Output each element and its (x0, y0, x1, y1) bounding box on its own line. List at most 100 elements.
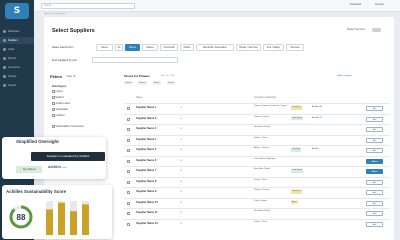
add-supplier-button[interactable]: Added (366, 169, 383, 174)
supplier-name[interactable]: Supplier Name 7 (136, 169, 156, 172)
add-supplier-button[interactable]: Add (366, 221, 383, 227)
add-supplier-button[interactable]: Add (366, 190, 383, 195)
sustainability-filter[interactable]: Sustainability Commitment (52, 125, 84, 128)
filter-option[interactable]: Sustainable (52, 108, 68, 111)
supplier-name[interactable]: Supplier Name 4 (136, 138, 156, 141)
table-row[interactable]: Supplier Name 10 ★ Tokyo, Japan Agent Add (124, 197, 390, 208)
star-icon[interactable]: ★ (180, 222, 182, 225)
star-icon[interactable]: ★ (180, 201, 182, 204)
star-icon[interactable]: ★ (180, 159, 182, 162)
row-checkbox[interactable] (127, 128, 130, 131)
table-row[interactable]: Supplier Name 5 ★ Athens, Greece Top Rated A… (124, 145, 390, 155)
filter-option[interactable]: Achilles rated (52, 102, 70, 105)
sidebar-item-documents[interactable]: Documents (0, 64, 34, 71)
row-checkbox[interactable] (127, 212, 130, 215)
table-row[interactable]: Supplier Name 2 ★ Piraeus, Greece Trade Boa… (124, 113, 390, 124)
category-chip-3[interactable]: Spares (142, 44, 158, 51)
supplier-name[interactable]: Supplier Name 9 (136, 190, 156, 193)
add-supplier-button[interactable]: Add (366, 179, 383, 185)
star-icon[interactable]: ★ (180, 138, 182, 141)
filter-tag[interactable]: Stores (152, 81, 161, 85)
checkbox[interactable] (52, 102, 55, 105)
row-checkbox[interactable] (127, 191, 130, 194)
sidebar-item-support[interactable]: Support (0, 82, 34, 89)
supplier-name[interactable]: Supplier Name 5 (136, 148, 156, 151)
search-input[interactable]: Search (41, 3, 135, 9)
filter-option[interactable]: Urgent (52, 90, 63, 93)
table-row[interactable]: Supplier Name 11 ★ Heraklion, Brazil Add (124, 208, 390, 218)
share-toggle[interactable] (372, 28, 381, 32)
category-chip-1[interactable]: All (115, 44, 123, 51)
add-supplier-button[interactable]: Add (366, 127, 383, 132)
row-checkbox[interactable] (127, 222, 130, 226)
sidebar-item-dashboard[interactable]: Dashboard (0, 28, 34, 35)
add-supplier-button[interactable]: Add (366, 137, 383, 143)
sidebar-item-reports[interactable]: Reports (0, 55, 34, 62)
category-chip-2[interactable]: Stores (125, 44, 140, 51)
supplier-name[interactable]: Supplier Name 6 (136, 159, 156, 162)
star-icon[interactable]: ★ (180, 211, 182, 214)
star-icon[interactable]: ★ (180, 169, 182, 172)
category-chip-9[interactable]: Services (286, 44, 304, 51)
add-supplier-button[interactable]: Add (366, 211, 383, 216)
table-row[interactable]: Supplier Name 12 ★ Dalian, China Add (124, 218, 390, 229)
filter-tag[interactable]: Greece (166, 81, 176, 85)
row-checkbox[interactable] (127, 117, 130, 121)
add-supplier-button[interactable]: Add (366, 200, 383, 206)
star-icon[interactable]: ★ (180, 127, 182, 130)
favourites-menu[interactable]: Favourites (350, 3, 361, 6)
filter-tag[interactable]: Piraeus (137, 81, 147, 85)
column-header-name[interactable]: Name (136, 97, 142, 99)
add-supplier-link[interactable]: + Add a supplier (336, 75, 352, 77)
category-chip-6[interactable]: Electrical / Automation (196, 44, 234, 51)
supplier-name[interactable]: Supplier Name 10 (136, 201, 158, 204)
category-chip-0[interactable]: Name (96, 44, 113, 51)
sidebar-item-audits[interactable]: Audits (0, 46, 34, 53)
column-header-location[interactable]: Company Location(s) (254, 97, 276, 99)
add-supplier-button[interactable]: Added (366, 158, 383, 164)
star-icon[interactable]: ★ (180, 106, 182, 109)
supplier-name[interactable]: Supplier Name 1 (136, 106, 156, 109)
category-chip-5[interactable]: Paints (180, 44, 194, 51)
star-icon[interactable]: ★ (180, 148, 182, 151)
account-menu[interactable]: Account (375, 3, 384, 6)
port-search-input[interactable] (92, 57, 178, 63)
row-checkbox[interactable] (127, 107, 130, 110)
table-row[interactable]: Supplier Name 9 ★ Piraeus, Greece Rising St… (124, 187, 390, 197)
filter-option[interactable]: Certified (52, 114, 64, 117)
row-checkbox[interactable] (127, 170, 130, 173)
checkbox[interactable] (52, 90, 55, 93)
add-supplier-button[interactable]: Add (366, 148, 383, 153)
supplier-name[interactable]: Supplier Name 3 (136, 127, 156, 130)
row-checkbox[interactable] (127, 201, 130, 205)
star-icon[interactable]: ★ (180, 180, 182, 183)
category-chip-8[interactable]: Fire / Safety (263, 44, 284, 51)
sidebar-item-suppliers[interactable]: Suppliers (0, 37, 34, 44)
app-logo[interactable]: S (5, 3, 29, 19)
filter-tag[interactable]: Greece (124, 81, 133, 85)
table-row[interactable]: Supplier Name 7 ★ Heraklion, Brazil Trade B… (124, 166, 390, 176)
supplier-name[interactable]: Supplier Name 12 (136, 222, 158, 225)
supplier-name[interactable]: Supplier Name 8 (136, 180, 156, 183)
table-row[interactable]: Supplier Name 8 ★ Dalian, China Add (124, 176, 390, 187)
category-chip-7[interactable]: Repair / Services (236, 44, 261, 51)
add-supplier-button[interactable]: Add (366, 106, 383, 111)
table-row[interactable]: Supplier Name 4 ★ Dalian, China Add (124, 134, 390, 145)
row-checkbox[interactable] (127, 138, 130, 142)
checkbox[interactable] (52, 108, 55, 111)
clear-all-link[interactable]: Clear all (66, 75, 76, 78)
sidebar-item-settings[interactable]: Settings (0, 73, 34, 80)
add-supplier-button[interactable]: Add (366, 116, 383, 122)
table-row[interactable]: Supplier Name 1 ★ Piraeus, Greece Limassol… (124, 103, 390, 113)
checkbox[interactable] (52, 114, 55, 117)
star-icon[interactable]: ★ (180, 190, 182, 193)
checkbox[interactable] (52, 96, 55, 99)
table-row[interactable]: Supplier Name 3 ★ Heraklion, Brazil Add (124, 124, 390, 134)
supplier-name[interactable]: Supplier Name 2 (136, 117, 156, 120)
row-checkbox[interactable] (127, 159, 130, 163)
row-checkbox[interactable] (127, 149, 130, 152)
row-checkbox[interactable] (127, 180, 130, 184)
star-icon[interactable]: ★ (180, 117, 182, 120)
table-row[interactable]: Supplier Name 6 ★ Johor Bahru, Malaysia Add… (124, 155, 390, 166)
supplier-name[interactable]: Supplier Name 11 (136, 211, 158, 214)
